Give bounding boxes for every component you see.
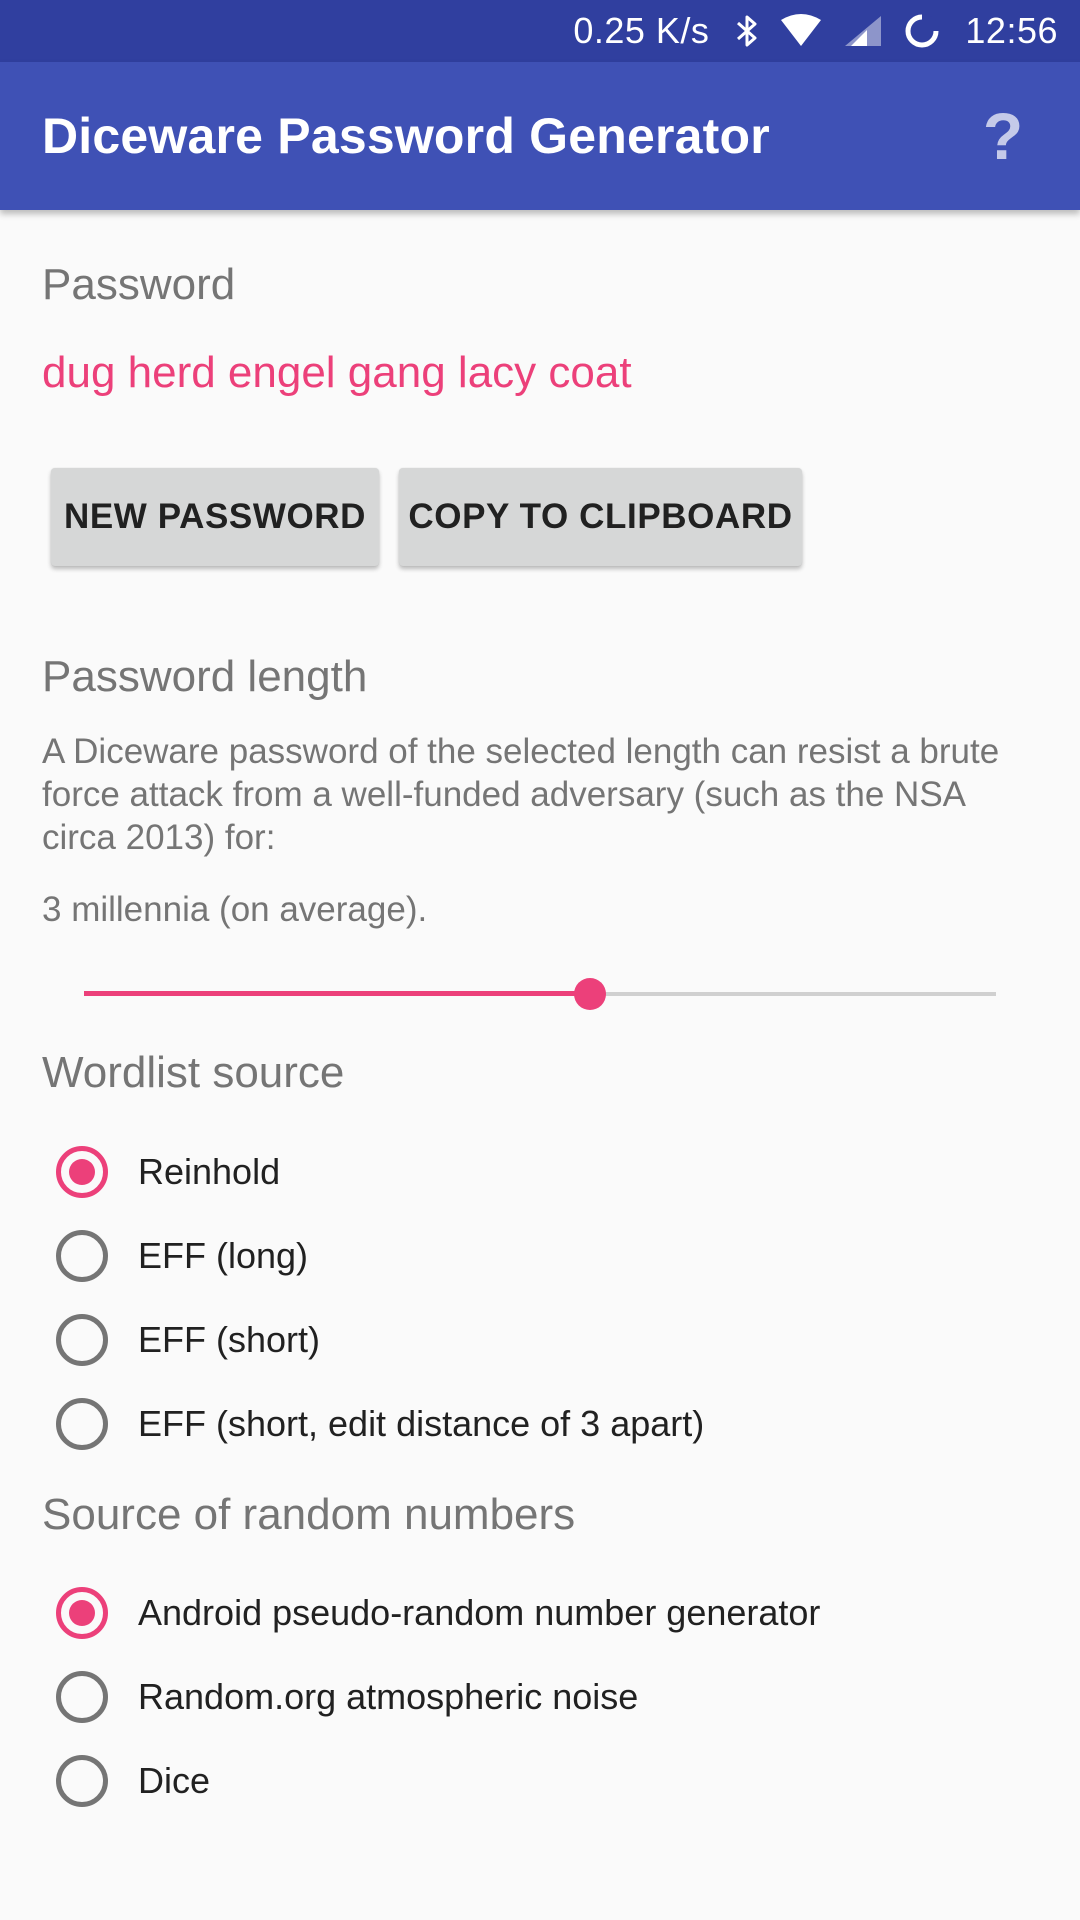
generated-password: dug herd engel gang lacy coat xyxy=(42,348,632,397)
network-speed: 0.25 K/s xyxy=(573,10,710,51)
sync-icon xyxy=(903,12,941,50)
radio-wordlist-eff-short-edit-distance[interactable]: EFF (short, edit distance of 3 apart) xyxy=(56,1394,704,1454)
radio-selected-dot xyxy=(69,1159,95,1185)
slider-fill xyxy=(84,991,591,996)
radio-selected-dot xyxy=(69,1600,95,1626)
status-bar: 0.25 K/s 12:56 xyxy=(0,0,1080,62)
main-content: Password dug herd engel gang lacy coat N… xyxy=(0,210,1080,1920)
radio-label: Android pseudo-random number generator xyxy=(138,1592,821,1633)
radio-label: EFF (short) xyxy=(138,1319,321,1360)
radio-wordlist-eff-long[interactable]: EFF (long) xyxy=(56,1226,308,1286)
help-button[interactable]: ? xyxy=(968,100,1038,172)
radio-button-icon[interactable] xyxy=(56,1587,108,1639)
app-bar: Diceware Password Generator ? xyxy=(0,62,1080,210)
strength-estimate: 3 millennia (on average). xyxy=(42,890,428,929)
radio-random-random-org[interactable]: Random.org atmospheric noise xyxy=(56,1667,638,1727)
wordlist-source-heading: Wordlist source xyxy=(42,1048,345,1097)
radio-button-icon[interactable] xyxy=(56,1230,108,1282)
radio-label: Dice xyxy=(138,1760,211,1801)
password-length-slider[interactable] xyxy=(84,976,996,1012)
random-source-heading: Source of random numbers xyxy=(42,1490,576,1539)
slider-thumb[interactable] xyxy=(574,978,607,1010)
strength-description: A Diceware password of the selected leng… xyxy=(42,732,1000,857)
radio-label: EFF (long) xyxy=(138,1235,309,1276)
cell-signal-icon xyxy=(843,14,883,48)
radio-wordlist-reinhold[interactable]: Reinhold xyxy=(56,1142,280,1202)
radio-button-icon[interactable] xyxy=(56,1671,108,1723)
radio-button-icon[interactable] xyxy=(56,1146,108,1198)
radio-random-android-prng[interactable]: Android pseudo-random number generator xyxy=(56,1583,820,1643)
clock: 12:56 xyxy=(965,10,1058,51)
radio-label: EFF (short, edit distance of 3 apart) xyxy=(138,1403,705,1444)
radio-random-dice[interactable]: Dice xyxy=(56,1751,210,1811)
password-length-heading: Password length xyxy=(42,652,368,701)
radio-button-icon[interactable] xyxy=(56,1314,108,1366)
password-heading: Password xyxy=(42,260,236,309)
new-password-button[interactable]: NEW PASSWORD xyxy=(51,468,379,566)
radio-wordlist-eff-short[interactable]: EFF (short) xyxy=(56,1310,320,1370)
radio-label: Random.org atmospheric noise xyxy=(138,1676,639,1717)
bluetooth-icon xyxy=(735,13,759,49)
radio-button-icon[interactable] xyxy=(56,1755,108,1807)
wifi-icon xyxy=(779,14,823,48)
radio-label: Reinhold xyxy=(138,1151,281,1192)
app-title: Diceware Password Generator xyxy=(42,108,770,164)
copy-to-clipboard-button[interactable]: COPY TO CLIPBOARD xyxy=(399,468,802,566)
radio-button-icon[interactable] xyxy=(56,1398,108,1450)
